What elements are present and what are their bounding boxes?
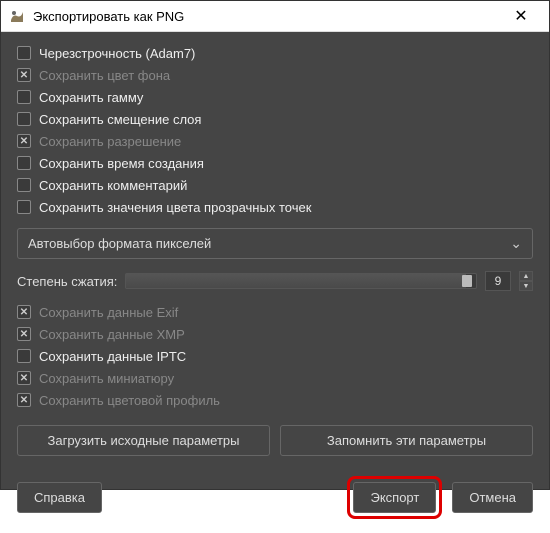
checkbox-row: Сохранить смещение слоя — [17, 108, 533, 130]
compression-stepper: ▲ ▼ — [519, 271, 533, 291]
checkbox[interactable] — [17, 349, 31, 363]
checkbox-row: Сохранить комментарий — [17, 174, 533, 196]
checkbox-label: Черезстрочность (Adam7) — [39, 46, 195, 61]
chevron-down-icon: ⌄ — [510, 235, 522, 252]
checkbox[interactable] — [17, 200, 31, 214]
checkbox-label: Сохранить гамму — [39, 90, 143, 105]
cancel-button[interactable]: Отмена — [452, 482, 533, 513]
checkbox-row: Сохранить цвет фона — [17, 64, 533, 86]
checkbox-row: Сохранить данные XMP — [17, 323, 533, 345]
checkbox-label: Сохранить данные Exif — [39, 305, 178, 320]
titlebar: Экспортировать как PNG ✕ — [1, 1, 549, 32]
checkbox-row: Сохранить данные IPTC — [17, 345, 533, 367]
export-png-dialog: Экспортировать как PNG ✕ Черезстрочность… — [0, 0, 550, 490]
checkbox[interactable] — [17, 371, 31, 385]
step-down-button[interactable]: ▼ — [519, 281, 533, 291]
pixel-format-dropdown[interactable]: Автовыбор формата пикселей ⌄ — [17, 228, 533, 259]
checkbox[interactable] — [17, 156, 31, 170]
checkbox-row: Черезстрочность (Adam7) — [17, 42, 533, 64]
compression-row: Степень сжатия: 9 ▲ ▼ — [17, 271, 533, 291]
checkbox[interactable] — [17, 112, 31, 126]
compression-slider[interactable] — [125, 273, 477, 289]
export-highlight: Экспорт — [347, 476, 442, 519]
checkbox-row: Сохранить значения цвета прозрачных точе… — [17, 196, 533, 218]
checkbox[interactable] — [17, 90, 31, 104]
slider-handle[interactable] — [462, 275, 472, 287]
checkbox[interactable] — [17, 393, 31, 407]
checkbox-label: Сохранить смещение слоя — [39, 112, 201, 127]
compression-value[interactable]: 9 — [485, 271, 511, 291]
checkbox-row: Сохранить время создания — [17, 152, 533, 174]
app-icon — [9, 8, 25, 24]
checkbox-label: Сохранить разрешение — [39, 134, 181, 149]
checkbox-row: Сохранить разрешение — [17, 130, 533, 152]
checkbox[interactable] — [17, 68, 31, 82]
help-button[interactable]: Справка — [17, 482, 102, 513]
checkbox[interactable] — [17, 46, 31, 60]
compression-label: Степень сжатия: — [17, 274, 117, 289]
checkbox-label: Сохранить данные IPTC — [39, 349, 186, 364]
checkbox[interactable] — [17, 327, 31, 341]
dropdown-label: Автовыбор формата пикселей — [28, 236, 211, 251]
load-defaults-button[interactable]: Загрузить исходные параметры — [17, 425, 270, 456]
checkbox-row: Сохранить цветовой профиль — [17, 389, 533, 411]
step-up-button[interactable]: ▲ — [519, 271, 533, 281]
close-button[interactable]: ✕ — [501, 1, 541, 31]
checkbox[interactable] — [17, 178, 31, 192]
save-defaults-button[interactable]: Запомнить эти параметры — [280, 425, 533, 456]
checkbox[interactable] — [17, 305, 31, 319]
checkbox-row: Сохранить данные Exif — [17, 301, 533, 323]
checkbox-label: Сохранить миниатюру — [39, 371, 174, 386]
checkbox-label: Сохранить цветовой профиль — [39, 393, 220, 408]
checkbox-label: Сохранить значения цвета прозрачных точе… — [39, 200, 311, 215]
checkbox-row: Сохранить миниатюру — [17, 367, 533, 389]
checkbox-label: Сохранить комментарий — [39, 178, 187, 193]
checkbox[interactable] — [17, 134, 31, 148]
checkbox-label: Сохранить время создания — [39, 156, 204, 171]
window-title: Экспортировать как PNG — [33, 9, 501, 24]
export-button[interactable]: Экспорт — [353, 482, 436, 513]
defaults-row: Загрузить исходные параметры Запомнить э… — [17, 425, 533, 456]
dialog-content: Черезстрочность (Adam7) Сохранить цвет фо… — [1, 32, 549, 466]
checkbox-label: Сохранить цвет фона — [39, 68, 170, 83]
checkbox-label: Сохранить данные XMP — [39, 327, 185, 342]
dialog-footer: Справка Экспорт Отмена — [1, 466, 549, 533]
checkbox-row: Сохранить гамму — [17, 86, 533, 108]
